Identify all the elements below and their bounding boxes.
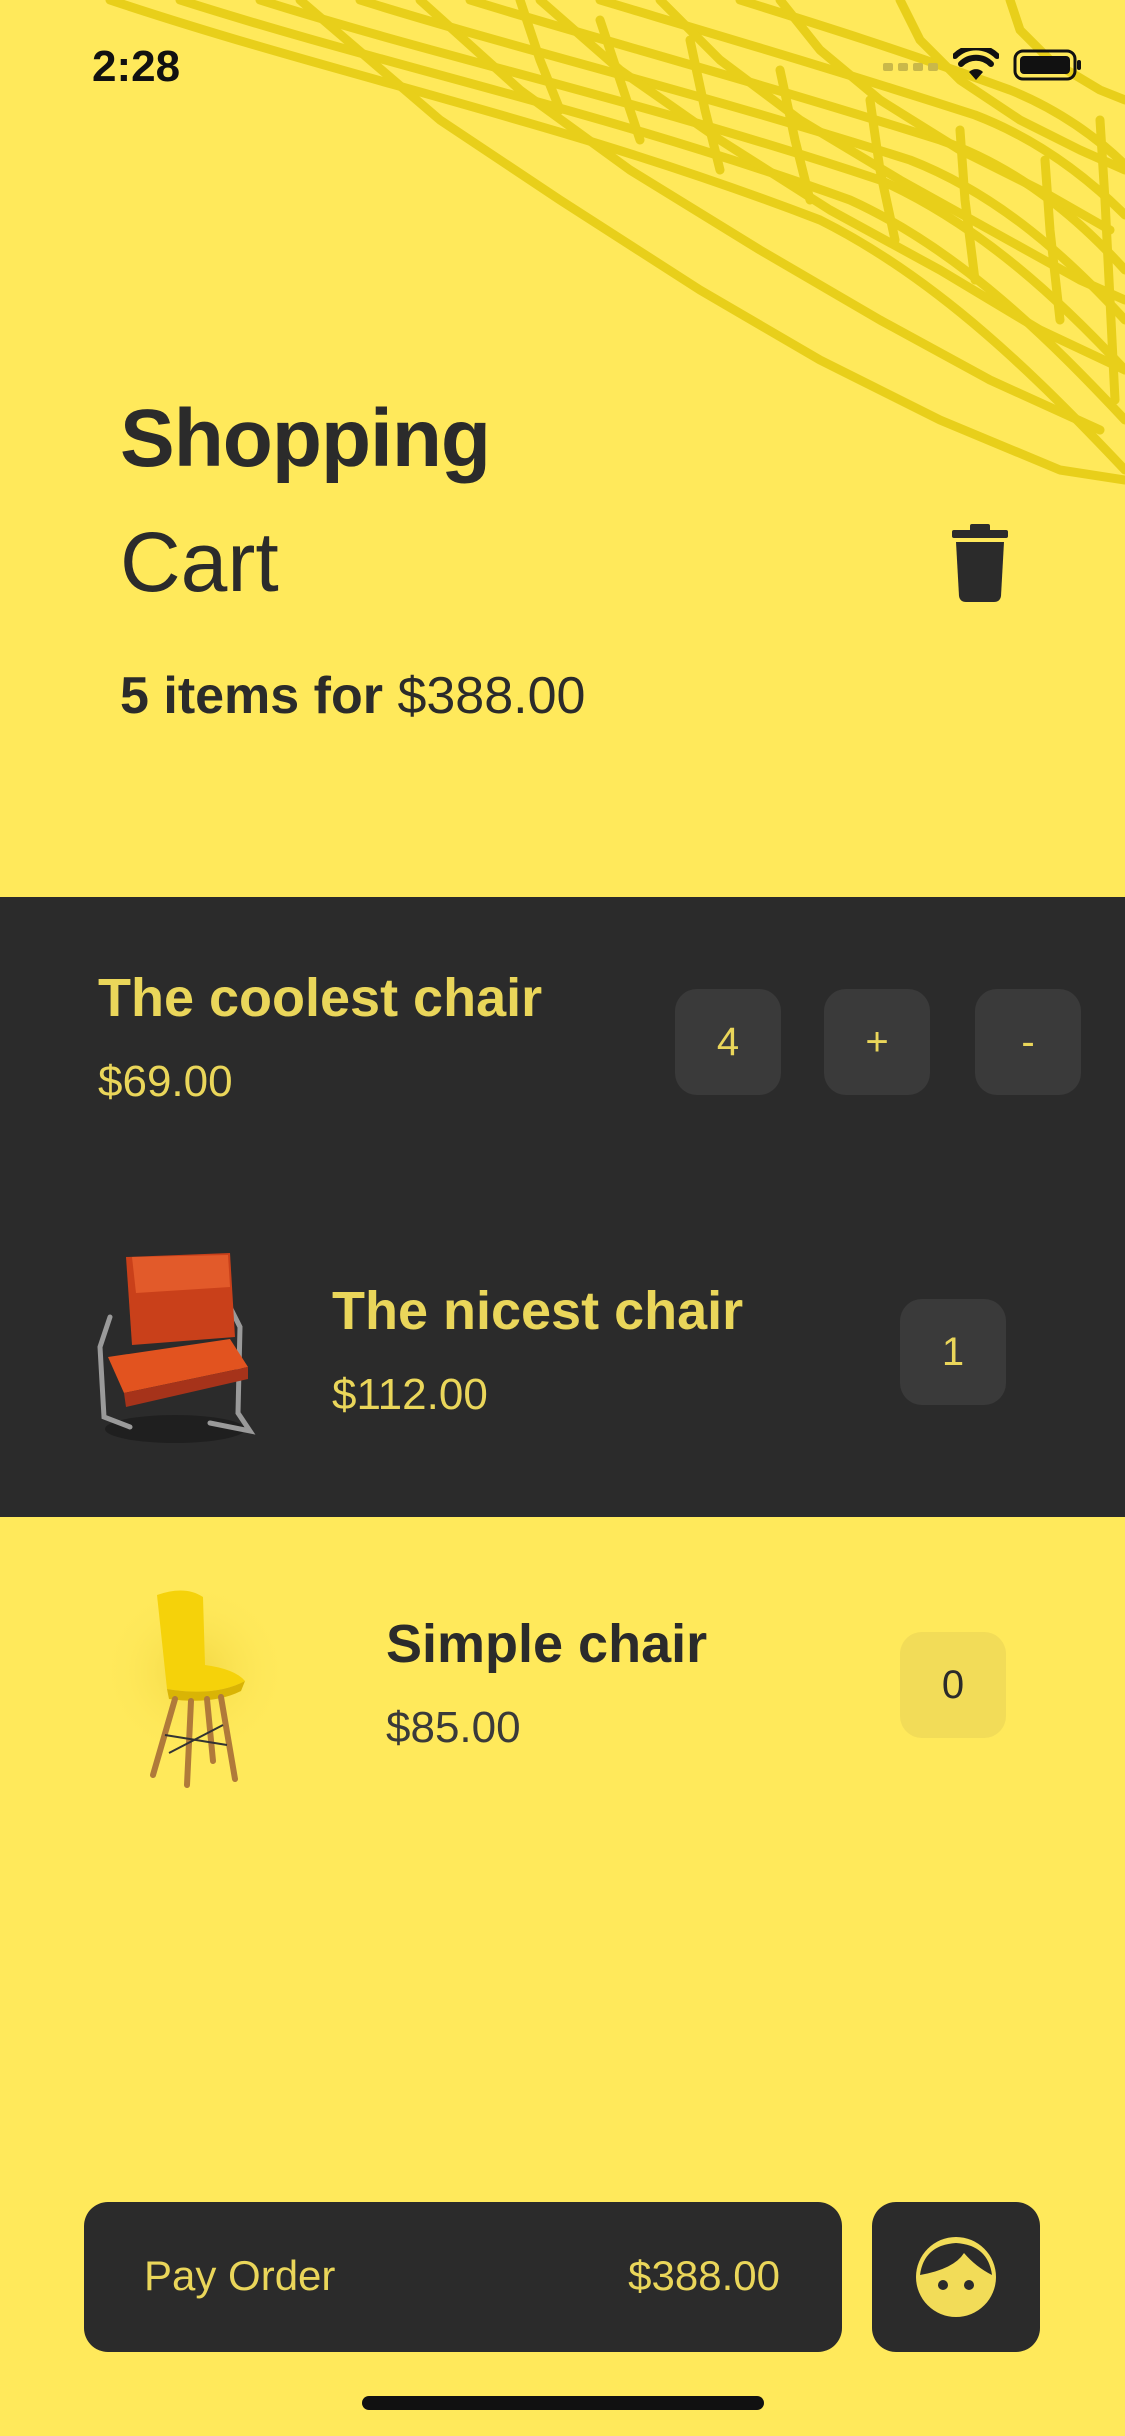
status-time: 2:28 bbox=[92, 42, 181, 91]
quantity-display[interactable]: 0 bbox=[900, 1632, 1006, 1738]
pay-order-label: Pay Order bbox=[144, 2252, 336, 2299]
pay-order-button[interactable]: Pay Order $388.00 bbox=[84, 2202, 842, 2352]
battery-icon bbox=[1013, 49, 1081, 81]
cart-summary-count: 5 items for bbox=[120, 667, 383, 725]
signal-icon bbox=[883, 63, 938, 71]
shopping-cart-screen: 2:28 Shopping Cart 5 items for $388.00 T… bbox=[0, 0, 1125, 2436]
increase-quantity-button[interactable]: + bbox=[824, 989, 930, 1095]
item-price: $112.00 bbox=[332, 1370, 488, 1419]
item-name: The nicest chair bbox=[332, 1281, 744, 1341]
quantity-display[interactable]: 1 bbox=[900, 1299, 1006, 1405]
page-title-line2: Cart bbox=[120, 515, 279, 609]
cart-summary-price: $388.00 bbox=[397, 667, 586, 725]
cart-summary: 5 items for $388.00 bbox=[120, 666, 585, 726]
cart-item-simple-chair[interactable]: Simple chair $85.00 0 bbox=[0, 1570, 1125, 1820]
item-price: $69.00 bbox=[98, 1057, 233, 1106]
status-icons bbox=[883, 48, 1083, 82]
profile-button[interactable] bbox=[872, 2202, 1040, 2352]
yellow-chair-image bbox=[100, 1590, 290, 1788]
trash-icon[interactable] bbox=[948, 524, 1012, 602]
page-title-line1: Shopping bbox=[120, 393, 491, 484]
wifi-icon bbox=[953, 48, 999, 80]
cart-item-nicest-chair[interactable]: The nicest chair $112.00 1 bbox=[0, 1217, 1125, 1517]
decrease-quantity-button[interactable]: - bbox=[975, 989, 1081, 1095]
cart-item-coolest-chair[interactable]: The coolest chair $69.00 4 + - bbox=[0, 897, 1125, 1197]
orange-chair-image bbox=[97, 1253, 256, 1443]
home-indicator[interactable] bbox=[362, 2396, 764, 2410]
pay-order-amount: $388.00 bbox=[628, 2252, 780, 2299]
item-name: The coolest chair bbox=[98, 968, 543, 1028]
item-name: Simple chair bbox=[386, 1614, 708, 1674]
item-price: $85.00 bbox=[386, 1703, 521, 1752]
face-icon bbox=[916, 2237, 996, 2317]
quantity-display: 4 bbox=[675, 989, 781, 1095]
